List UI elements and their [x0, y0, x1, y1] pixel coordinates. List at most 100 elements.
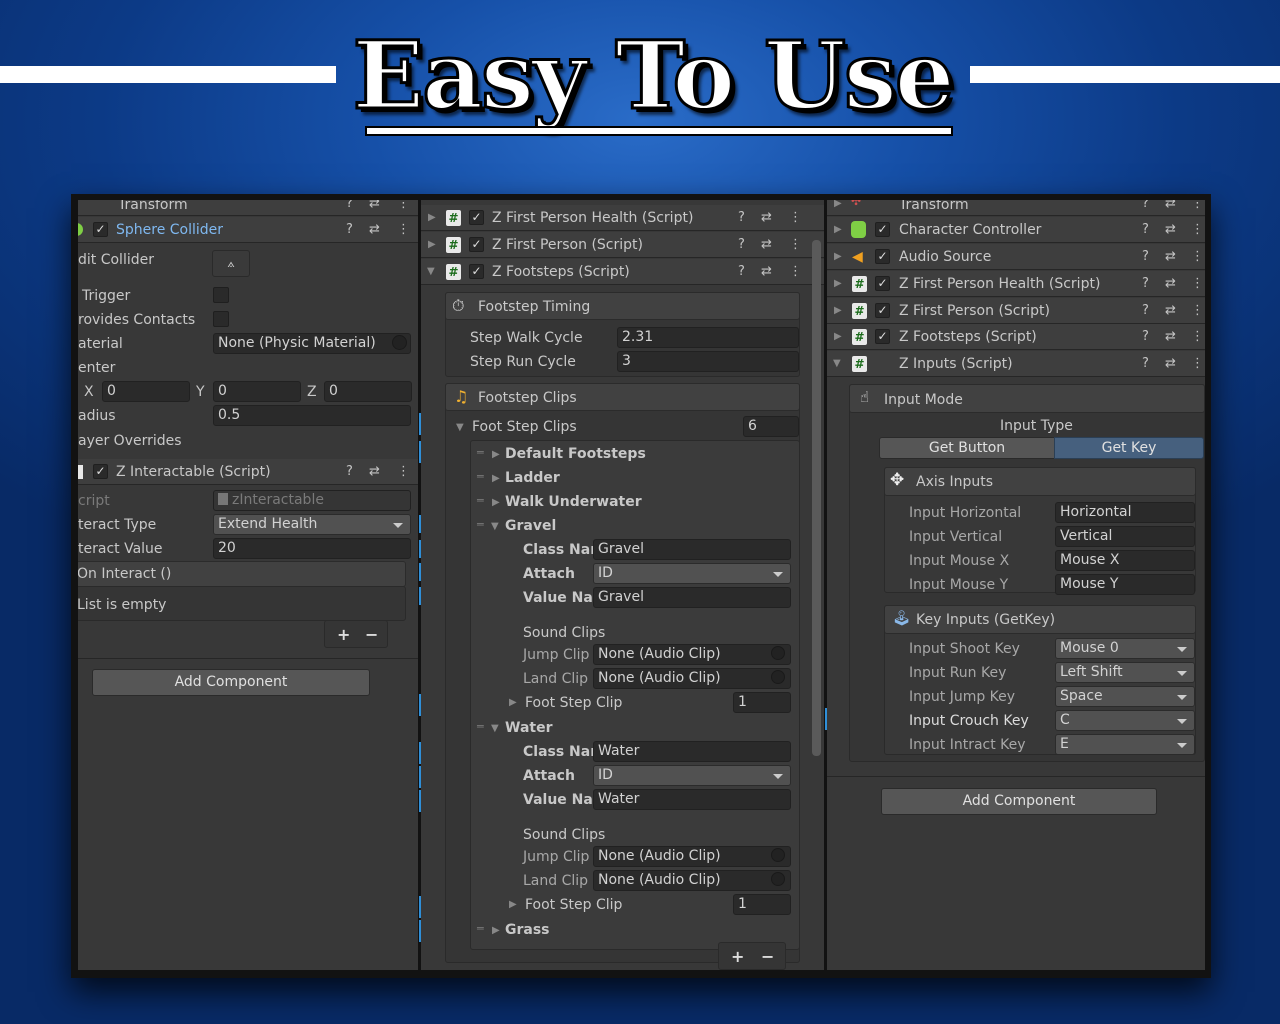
- crouch-key-dropdown[interactable]: C: [1055, 710, 1195, 731]
- preset-icon[interactable]: ⇄: [761, 211, 772, 225]
- list-item-walk-underwater[interactable]: Walk Underwater: [505, 493, 642, 511]
- intract-key-dropdown[interactable]: E: [1055, 734, 1195, 755]
- center-y-field[interactable]: 0: [213, 381, 301, 402]
- help-icon[interactable]: ?: [1142, 304, 1149, 318]
- attach-dropdown[interactable]: ID: [593, 563, 791, 584]
- interact-type-dropdown[interactable]: Extend Health: [213, 514, 411, 535]
- object-picker-icon[interactable]: [771, 872, 785, 886]
- help-icon[interactable]: ?: [738, 265, 745, 279]
- attach-dropdown[interactable]: ID: [593, 765, 791, 786]
- remove-element-button[interactable]: −: [761, 947, 774, 966]
- drag-handle-icon[interactable]: ═: [477, 470, 484, 483]
- collapse-arrow-icon[interactable]: ▼: [427, 266, 435, 278]
- center-z-field[interactable]: 0: [324, 381, 412, 402]
- menu-dots-icon[interactable]: ⋮: [1191, 277, 1204, 291]
- enable-checkbox[interactable]: ✓: [875, 276, 890, 291]
- expand-arrow-icon[interactable]: ▶: [428, 239, 436, 251]
- component-header-fp[interactable]: ▶ # ✓ Z First Person (Script) ? ⇄ ⋮: [827, 298, 1205, 324]
- class-name-field[interactable]: Water: [593, 741, 791, 762]
- object-picker-icon[interactable]: [771, 848, 785, 862]
- preset-icon[interactable]: ⇄: [1165, 330, 1176, 344]
- list-item-ladder[interactable]: Ladder: [505, 469, 560, 487]
- layer-overrides-label[interactable]: ayer Overrides: [78, 432, 182, 450]
- expand-arrow-icon[interactable]: ▶: [428, 212, 436, 224]
- menu-dots-icon[interactable]: ⋮: [1191, 223, 1204, 237]
- expand-arrow-icon[interactable]: ▶: [492, 449, 500, 461]
- list-item-default[interactable]: Default Footsteps: [505, 445, 646, 463]
- provides-contacts-checkbox[interactable]: [213, 311, 229, 327]
- class-name-field[interactable]: Gravel: [593, 539, 791, 560]
- array-size-field[interactable]: 6: [743, 416, 799, 437]
- list-item-water[interactable]: Water: [505, 719, 552, 737]
- enable-checkbox[interactable]: ✓: [875, 222, 890, 237]
- get-button-toggle[interactable]: Get Button: [879, 437, 1055, 459]
- expand-arrow-icon[interactable]: ▶: [492, 497, 500, 509]
- component-header-fp-health[interactable]: ▶ # ✓ Z First Person Health (Script) ? ⇄…: [827, 271, 1205, 297]
- menu-dots-icon[interactable]: ⋮: [1191, 330, 1204, 344]
- preset-icon[interactable]: ⇄: [1165, 200, 1176, 211]
- object-picker-icon[interactable]: [771, 646, 785, 660]
- expand-arrow-icon[interactable]: ▶: [509, 899, 517, 911]
- jump-key-dropdown[interactable]: Space: [1055, 686, 1195, 707]
- enable-checkbox[interactable]: ✓: [469, 264, 484, 279]
- menu-dots-icon[interactable]: ⋮: [1191, 200, 1204, 211]
- enable-checkbox[interactable]: ✓: [875, 303, 890, 318]
- menu-dots-icon[interactable]: ⋮: [397, 200, 410, 211]
- menu-dots-icon[interactable]: ⋮: [397, 223, 410, 237]
- add-element-button[interactable]: +: [337, 625, 350, 644]
- drag-handle-icon[interactable]: ═: [477, 922, 484, 935]
- input-mouse-x-field[interactable]: Mouse X: [1055, 550, 1195, 571]
- expand-arrow-icon[interactable]: ▶: [834, 251, 842, 263]
- help-icon[interactable]: ?: [1142, 330, 1149, 344]
- menu-dots-icon[interactable]: ⋮: [789, 211, 802, 225]
- input-horizontal-field[interactable]: Horizontal: [1055, 502, 1195, 523]
- value-name-field[interactable]: Water: [593, 789, 791, 810]
- expand-arrow-icon[interactable]: ▶: [492, 925, 500, 937]
- component-header-inputs[interactable]: ▼ # Z Inputs (Script) ? ⇄ ⋮: [827, 351, 1205, 377]
- land-clip-field[interactable]: None (Audio Clip): [593, 870, 791, 891]
- expand-arrow-icon[interactable]: ▶: [834, 200, 842, 210]
- run-key-dropdown[interactable]: Left Shift: [1055, 662, 1195, 683]
- expand-arrow-icon[interactable]: ▶: [834, 278, 842, 290]
- edit-collider-button[interactable]: ⟑: [212, 250, 250, 277]
- step-run-field[interactable]: 3: [617, 351, 799, 372]
- add-element-button[interactable]: +: [731, 947, 744, 966]
- component-header-audio-source[interactable]: ▶ ◀ ✓ Audio Source ? ⇄ ⋮: [827, 244, 1205, 270]
- component-header-transform[interactable]: Transform ? ⇄ ⋮: [78, 200, 418, 216]
- preset-icon[interactable]: ⇄: [1165, 277, 1176, 291]
- preset-icon[interactable]: ⇄: [369, 200, 380, 211]
- add-component-button[interactable]: Add Component: [92, 669, 370, 696]
- menu-dots-icon[interactable]: ⋮: [1191, 304, 1204, 318]
- menu-dots-icon[interactable]: ⋮: [789, 238, 802, 252]
- component-header-sphere-collider[interactable]: ✓ Sphere Collider ? ⇄ ⋮: [78, 217, 418, 243]
- preset-icon[interactable]: ⇄: [1165, 223, 1176, 237]
- jump-clip-field[interactable]: None (Audio Clip): [593, 644, 791, 665]
- foot-step-clip-label[interactable]: Foot Step Clip: [525, 694, 622, 712]
- help-icon[interactable]: ?: [346, 200, 353, 211]
- add-component-button[interactable]: Add Component: [881, 788, 1157, 815]
- enable-checkbox[interactable]: ✓: [93, 222, 108, 237]
- enable-checkbox[interactable]: ✓: [875, 329, 890, 344]
- step-walk-field[interactable]: 2.31: [617, 327, 799, 348]
- expand-arrow-icon[interactable]: ▶: [509, 697, 517, 709]
- jump-clip-field[interactable]: None (Audio Clip): [593, 846, 791, 867]
- menu-dots-icon[interactable]: ⋮: [789, 265, 802, 279]
- preset-icon[interactable]: ⇄: [761, 265, 772, 279]
- object-picker-icon[interactable]: [392, 335, 407, 350]
- foot-step-clips-label[interactable]: Foot Step Clips: [472, 418, 577, 436]
- help-icon[interactable]: ?: [1142, 200, 1149, 211]
- list-item-gravel[interactable]: Gravel: [505, 517, 556, 535]
- menu-dots-icon[interactable]: ⋮: [1191, 250, 1204, 264]
- foot-step-clip-size[interactable]: 1: [733, 692, 791, 713]
- component-header-transform[interactable]: ▶ ✣ Transform ? ⇄ ⋮: [827, 200, 1205, 216]
- interact-value-field[interactable]: 20: [213, 538, 411, 559]
- get-key-toggle[interactable]: Get Key: [1054, 437, 1204, 459]
- help-icon[interactable]: ?: [738, 211, 745, 225]
- menu-dots-icon[interactable]: ⋮: [397, 465, 410, 479]
- drag-handle-icon[interactable]: ═: [477, 494, 484, 507]
- component-header-fp[interactable]: ▶ # ✓ Z First Person (Script) ? ⇄ ⋮: [421, 232, 824, 258]
- collapse-arrow-icon[interactable]: ▼: [491, 723, 499, 735]
- material-field[interactable]: None (Physic Material): [213, 333, 411, 354]
- radius-field[interactable]: 0.5: [213, 405, 411, 426]
- help-icon[interactable]: ?: [1142, 223, 1149, 237]
